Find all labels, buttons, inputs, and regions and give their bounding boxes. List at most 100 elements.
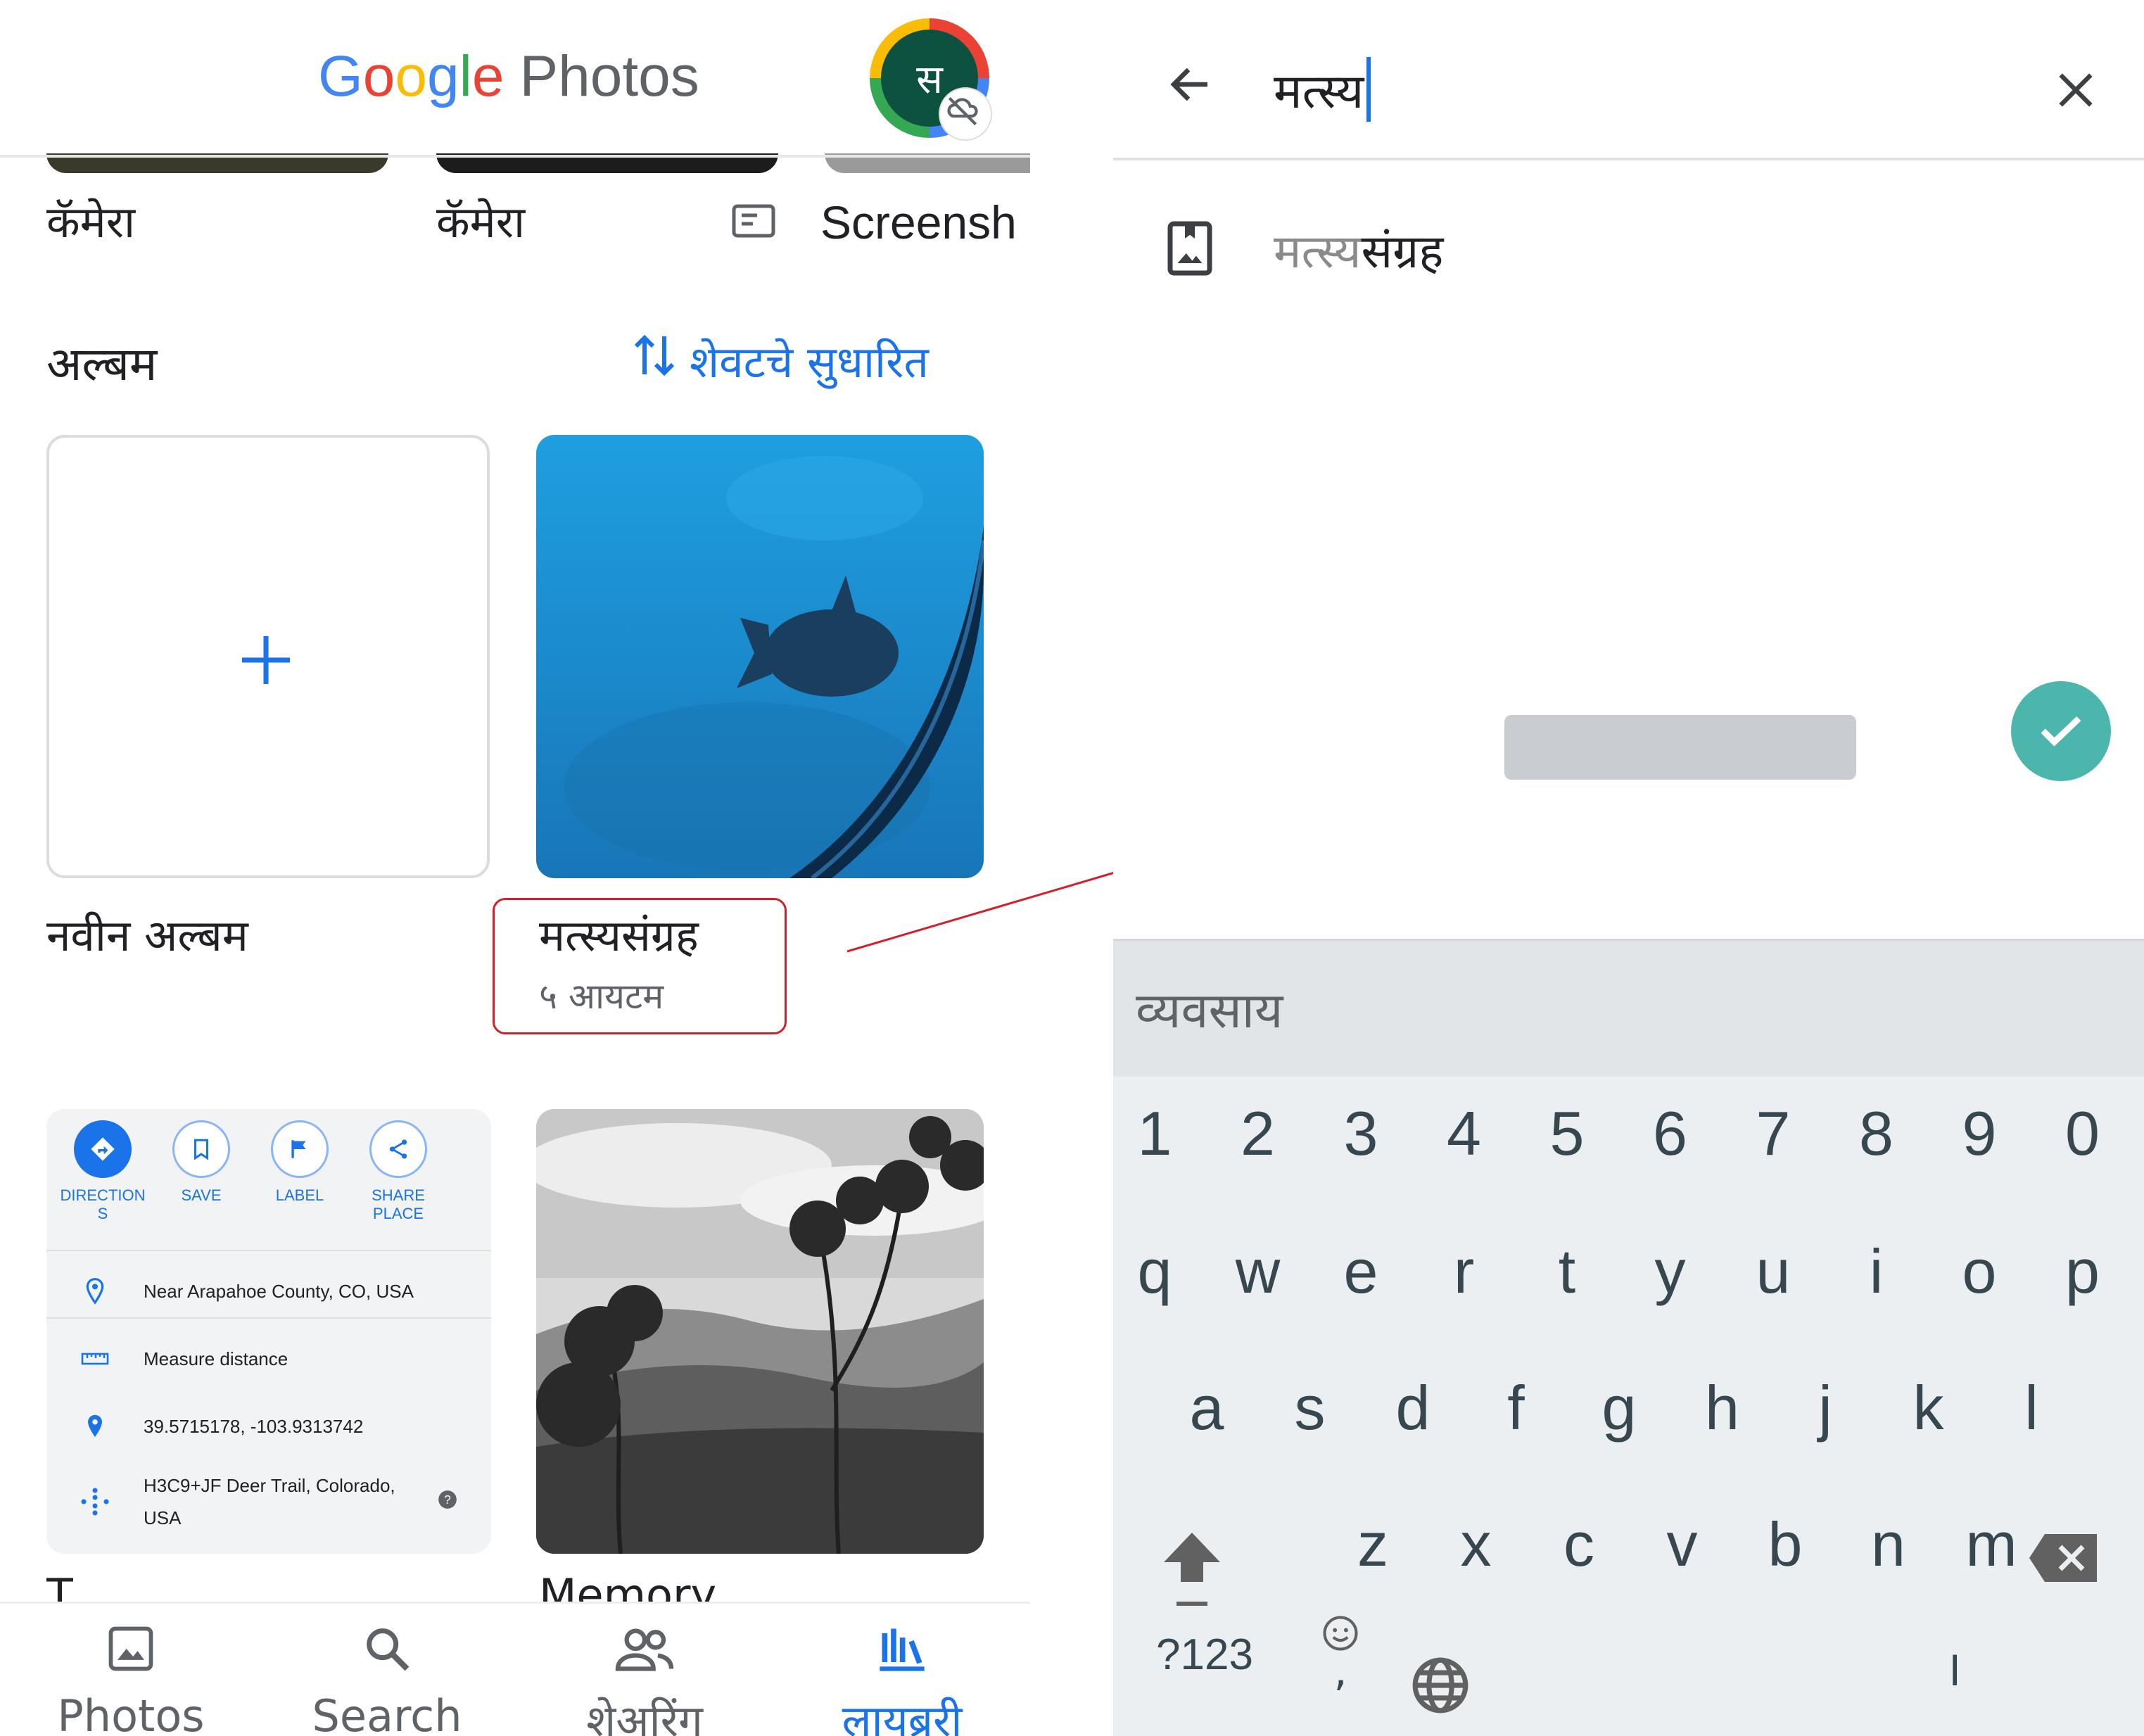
google-photos-logo: Google Photos <box>318 44 699 108</box>
space-key[interactable] <box>1504 715 1856 780</box>
letter-key-a[interactable]: a <box>1168 1372 1245 1444</box>
letter-key-k[interactable]: k <box>1890 1372 1967 1444</box>
letter-key-x[interactable]: x <box>1438 1509 1515 1580</box>
map-row-location-text: Near Arapahoe County, CO, USA <box>144 1280 414 1302</box>
people-icon <box>613 1628 676 1686</box>
letter-key-b[interactable]: b <box>1746 1509 1824 1580</box>
screenshot-folder-icon <box>732 204 775 241</box>
search-input[interactable]: मत्स्य <box>1274 56 1371 122</box>
letter-key-n[interactable]: n <box>1850 1509 1927 1580</box>
letter-key-m[interactable]: m <box>1953 1509 2030 1580</box>
backspace-key[interactable] <box>2028 1531 2100 1588</box>
emoji-comma-key[interactable]: , <box>1321 1614 1359 1696</box>
letter-key-v[interactable]: v <box>1644 1509 1721 1580</box>
map-place-card[interactable]: DIRECTION S SAVE LABEL SHARE PLACE Near … <box>46 1109 491 1554</box>
number-key-6[interactable]: 6 <box>1632 1098 1709 1170</box>
map-row-location[interactable]: Near Arapahoe County, CO, USA <box>46 1264 491 1319</box>
number-key-1[interactable]: 1 <box>1116 1098 1193 1170</box>
letter-key-s[interactable]: s <box>1271 1372 1349 1444</box>
number-key-4[interactable]: 4 <box>1426 1098 1503 1170</box>
map-row-plus-code[interactable]: H3C9+JF Deer Trail, Colorado, USA ? <box>46 1466 491 1537</box>
suggestion-rest-text: संग्रह <box>1361 224 1444 279</box>
suggestion-match-text: मत्स्य <box>1274 224 1362 279</box>
location-pin-icon <box>46 1412 144 1440</box>
search-screen: मत्स्य मत्स्यसंग्रह व्यवसाय 1234567890 q… <box>1113 0 2144 1736</box>
search-suggestion-item[interactable]: मत्स्यसंग्रह <box>1165 218 1443 281</box>
letter-key-t[interactable]: t <box>1528 1236 1606 1307</box>
map-row-coordinates-text: 39.5715178, -103.9313742 <box>144 1415 364 1437</box>
memory-album-cover[interactable] <box>536 1109 984 1554</box>
letter-key-e[interactable]: e <box>1322 1236 1400 1307</box>
keyboard-suggestion-word[interactable]: व्यवसाय <box>1136 975 1283 1042</box>
enter-key[interactable] <box>2011 681 2111 781</box>
location-pin-outline-icon <box>46 1277 144 1305</box>
letter-key-j[interactable]: j <box>1787 1372 1864 1444</box>
number-key-0[interactable]: 0 <box>2044 1098 2121 1170</box>
search-icon <box>360 1628 414 1686</box>
letter-key-w[interactable]: w <box>1219 1236 1297 1307</box>
bottom-navigation: Photos Search शेअरिंग लायब्ररी <box>0 1602 1030 1736</box>
back-arrow-icon[interactable] <box>1165 59 1216 113</box>
aquarium-album-cover[interactable] <box>536 435 984 878</box>
letter-key-u[interactable]: u <box>1734 1236 1812 1307</box>
letter-key-y[interactable]: y <box>1632 1236 1709 1307</box>
number-key-8[interactable]: 8 <box>1838 1098 1915 1170</box>
letter-key-i[interactable]: i <box>1838 1236 1915 1307</box>
map-row-measure[interactable]: Measure distance <box>46 1331 491 1386</box>
letter-key-f[interactable]: f <box>1478 1372 1555 1444</box>
library-icon <box>875 1628 930 1686</box>
letter-key-l[interactable]: l <box>1993 1372 2070 1444</box>
map-row-plus-code-text: H3C9+JF Deer Trail, Colorado, USA <box>144 1475 395 1528</box>
letter-key-h[interactable]: h <box>1684 1372 1761 1444</box>
directions-action[interactable]: DIRECTION S <box>53 1120 152 1223</box>
nav-search[interactable]: Search <box>281 1622 493 1736</box>
letter-key-d[interactable]: d <box>1374 1372 1452 1444</box>
map-row-measure-text: Measure distance <box>144 1348 288 1369</box>
map-row-coordinates[interactable]: 39.5715178, -103.9313742 <box>46 1399 491 1454</box>
text-caret <box>1366 56 1371 122</box>
letter-key-o[interactable]: o <box>1941 1236 2018 1307</box>
help-icon[interactable]: ? <box>438 1490 457 1514</box>
shift-key[interactable] <box>1157 1526 1227 1613</box>
danda-key[interactable]: । <box>1914 1633 1991 1700</box>
avatar-initial: स <box>916 57 943 103</box>
letter-key-r[interactable]: r <box>1426 1236 1503 1307</box>
number-key-9[interactable]: 9 <box>1941 1098 2018 1170</box>
save-action[interactable]: SAVE <box>152 1120 250 1205</box>
map-divider-2 <box>46 1317 491 1319</box>
number-key-7[interactable]: 7 <box>1734 1098 1812 1170</box>
nav-search-label: Search <box>312 1690 462 1736</box>
sort-albums-button[interactable]: शेवटचे सुधारित <box>633 331 929 391</box>
share-place-action[interactable]: SHARE PLACE <box>349 1120 448 1223</box>
letter-key-z[interactable]: z <box>1334 1509 1412 1580</box>
nav-library[interactable]: लायब्ररी <box>797 1622 1008 1736</box>
share-place-label: SHARE PLACE <box>372 1186 425 1222</box>
nav-library-label: लायब्ररी <box>842 1695 963 1736</box>
nav-sharing[interactable]: शेअरिंग <box>539 1622 750 1736</box>
photos-library-screen: Google Photos स कॅमेरा कॅमेरा Screensh अल… <box>0 0 1030 1736</box>
ruler-icon <box>46 1352 144 1366</box>
letter-key-c[interactable]: c <box>1540 1509 1618 1580</box>
album-highlight-annotation <box>493 898 787 1034</box>
check-icon <box>2034 703 2088 759</box>
svg-text:?: ? <box>444 1492 451 1506</box>
partial-album-caption-1: T <box>46 1569 73 1602</box>
letter-key-g[interactable]: g <box>1580 1372 1658 1444</box>
number-key-3[interactable]: 3 <box>1322 1098 1400 1170</box>
globe-icon[interactable] <box>1410 1655 1471 1718</box>
letter-key-p[interactable]: p <box>2044 1236 2121 1307</box>
letter-key-q[interactable]: q <box>1116 1236 1193 1307</box>
search-bar-divider <box>1113 158 2144 160</box>
nav-photos-label: Photos <box>57 1690 205 1736</box>
label-label: LABEL <box>275 1186 324 1204</box>
new-album-label: नवीन अल्बम <box>46 910 248 961</box>
number-key-2[interactable]: 2 <box>1219 1098 1297 1170</box>
symbols-key[interactable]: ?123 <box>1155 1630 1254 1680</box>
clear-search-icon[interactable] <box>2053 68 2098 115</box>
folder-label-camera-1: कॅमेरा <box>46 196 136 248</box>
number-key-5[interactable]: 5 <box>1528 1098 1606 1170</box>
search-query-text: मत्स्य <box>1274 64 1364 120</box>
comma-label: , <box>1333 1647 1347 1696</box>
label-action[interactable]: LABEL <box>250 1120 349 1205</box>
nav-photos[interactable]: Photos <box>25 1622 236 1736</box>
